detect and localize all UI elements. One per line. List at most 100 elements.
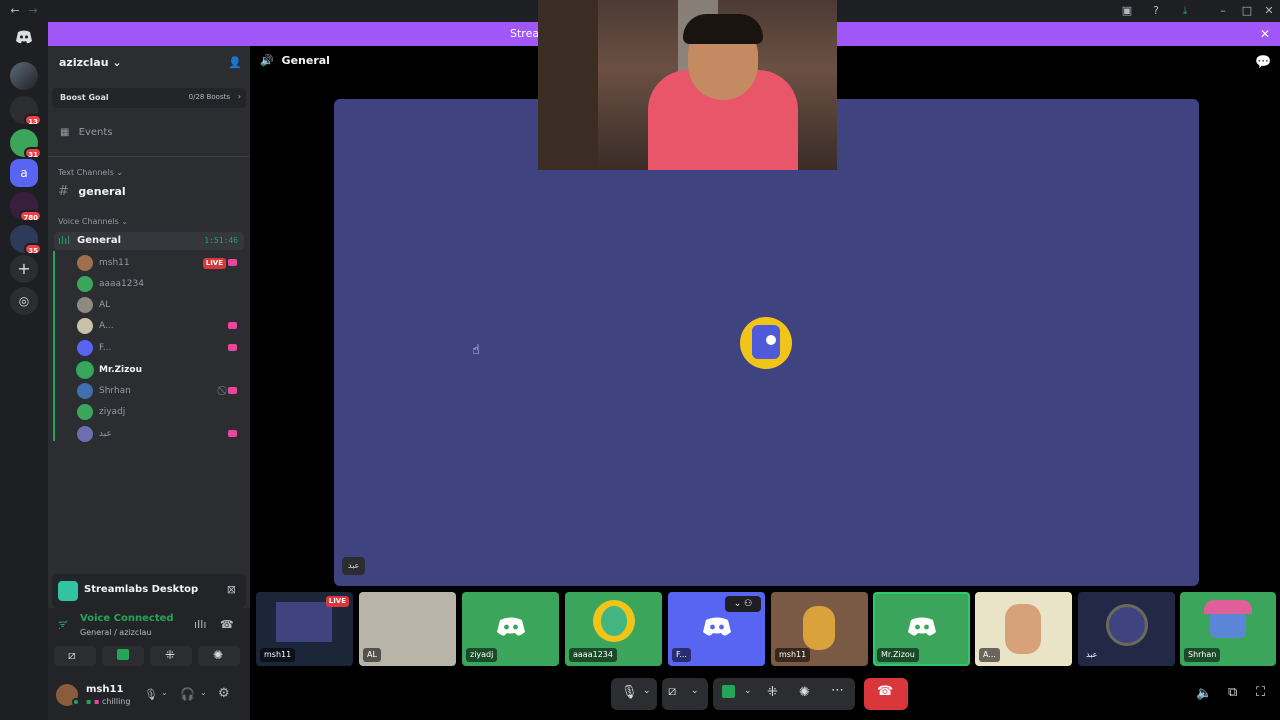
close-window-icon[interactable]: ✕ — [1262, 4, 1276, 18]
events-item[interactable]: ▦ Events — [60, 127, 113, 138]
fullscreen-icon[interactable]: ⛶ — [1256, 685, 1265, 700]
voice-connected-sub[interactable]: General / azizclau — [80, 628, 151, 637]
streamlabs-icon — [58, 581, 78, 601]
discord-home-icon[interactable] — [10, 26, 38, 48]
camera-control[interactable]: ⧄ ⌄ — [662, 678, 708, 710]
server-icon[interactable]: 35 — [10, 225, 42, 255]
participant-tile[interactable]: Shrhan — [1180, 592, 1276, 666]
participant-tile[interactable]: AL — [359, 592, 456, 666]
download-icon[interactable]: ⤓ — [1178, 4, 1192, 18]
avatar — [77, 318, 93, 334]
streaming-icon — [228, 322, 237, 329]
screen-icon[interactable]: ▣ — [1120, 4, 1134, 18]
share-activity-group: ⌄ ⁜ ✺ ⋯ — [713, 678, 855, 710]
voice-member[interactable]: Shrhan ⃠ — [77, 382, 240, 400]
chevron-down-icon[interactable]: ⌄ — [200, 688, 207, 697]
participant-tile[interactable]: Mr.Zizou — [873, 592, 970, 666]
headphones-icon[interactable]: 🎧 — [180, 687, 195, 701]
explore-icon[interactable]: ◎ — [10, 287, 38, 315]
discord-logo-icon — [703, 617, 731, 636]
focused-stream-stage[interactable]: عبد — [334, 99, 1199, 586]
voice-member[interactable]: F... — [77, 339, 240, 357]
chevron-down-icon: ⌄ — [691, 686, 699, 696]
streaming-icon — [228, 344, 237, 351]
leave-call-button[interactable]: ☎ — [864, 678, 908, 710]
server-icon-a[interactable]: a — [10, 159, 38, 187]
voice-member[interactable]: Mr.Zizou — [77, 361, 240, 379]
voice-channel-general[interactable]: ılıl General 1:51:46 — [54, 232, 244, 250]
server-icon[interactable] — [10, 62, 38, 90]
popout-icon[interactable]: ⧉ — [1228, 685, 1237, 700]
voice-member[interactable]: AL — [77, 296, 240, 314]
username[interactable]: msh11 — [86, 684, 123, 695]
voice-member[interactable]: ziyadj — [77, 403, 240, 421]
screen-share-icon[interactable] — [722, 685, 735, 698]
tile-label: عبد — [1086, 650, 1098, 659]
participant-tile[interactable]: عبد — [1078, 592, 1175, 666]
volume-icon[interactable]: 🔈 — [1196, 686, 1212, 701]
invite-icon[interactable]: 👤 — [228, 56, 242, 69]
more-options-icon[interactable]: ⋯ — [831, 683, 844, 698]
activity-close-icon[interactable]: ⊠ — [227, 583, 236, 596]
guild-name[interactable]: azizclau ⌄ — [59, 56, 122, 69]
server-icon[interactable]: 13 — [10, 96, 42, 126]
help-icon[interactable]: ? — [1149, 4, 1163, 18]
minimize-icon[interactable]: – — [1216, 4, 1230, 18]
voice-member[interactable]: عبد — [77, 425, 240, 443]
soundboard-button[interactable]: ✺ — [198, 646, 240, 666]
camera-off-icon: ⧄ — [68, 648, 76, 662]
webcam-overlay[interactable] — [538, 0, 837, 170]
tile-menu[interactable]: ⌄ ⚇ — [725, 596, 761, 612]
tile-label: Shrhan — [1184, 648, 1221, 662]
server-rail: 13 31 a 780 35 + ◎ — [0, 22, 48, 720]
boost-goal[interactable]: Boost Goal 0/28 Boosts › — [52, 88, 246, 108]
participant-tile[interactable]: ziyadj — [462, 592, 559, 666]
server-badge: 780 — [19, 210, 42, 222]
voice-connected-title[interactable]: Voice Connected — [80, 613, 174, 624]
participant-tile[interactable]: A... — [975, 592, 1072, 666]
noise-suppression-icon[interactable]: ıIlı — [194, 618, 206, 631]
voice-channels-header[interactable]: Voice Channels ⌄ — [58, 217, 128, 226]
server-icon[interactable]: 780 — [10, 192, 42, 222]
activities-icon: ⁜ — [165, 648, 176, 662]
activities-button[interactable]: ⁜ — [150, 646, 192, 666]
discord-logo-icon — [908, 617, 936, 636]
chevron-down-icon[interactable]: ⌄ — [744, 686, 752, 696]
voice-activity-icon: ılıl — [58, 234, 71, 247]
back-arrow-icon[interactable]: ← — [8, 4, 22, 18]
activities-icon[interactable]: ⁜ — [767, 685, 778, 700]
participant-tile[interactable]: LIVE msh11 — [256, 592, 353, 666]
user-status: ▪ ▪ chilling — [86, 697, 131, 706]
voice-member[interactable]: msh11 LIVE — [77, 254, 240, 272]
participant-tile[interactable]: aaaa1234 — [565, 592, 662, 666]
mic-control[interactable]: 🎙 ⌄ — [611, 678, 657, 710]
server-icon[interactable]: 31 — [10, 129, 42, 159]
participant-tile[interactable]: msh11 — [771, 592, 868, 666]
screen-share-button[interactable] — [102, 646, 144, 666]
forward-arrow-icon[interactable]: → — [26, 4, 40, 18]
banner-close-icon[interactable]: ✕ — [1260, 22, 1270, 46]
tile-label: A... — [979, 648, 1000, 662]
voice-member[interactable]: aaaa1234 — [77, 275, 240, 293]
avatar — [77, 426, 93, 442]
settings-gear-icon[interactable]: ⚙ — [218, 686, 230, 701]
add-server-icon[interactable]: + — [10, 255, 38, 283]
text-channels-header[interactable]: Text Channels ⌄ — [58, 168, 123, 177]
pink-icon: ▪ — [93, 697, 100, 706]
camera-button[interactable]: ⧄ — [54, 646, 96, 666]
hash-icon: # — [58, 184, 69, 199]
microphone-icon[interactable]: 🎙 — [144, 688, 158, 701]
participant-tile[interactable]: ⌄ ⚇ F... — [668, 592, 765, 666]
maximize-icon[interactable]: □ — [1240, 4, 1254, 18]
call-timer: 1:51:46 — [204, 236, 238, 245]
server-badge: 31 — [24, 147, 42, 159]
disconnect-icon[interactable]: ☎ — [220, 618, 234, 631]
soundboard-icon[interactable]: ✺ — [799, 685, 810, 700]
avatar — [77, 276, 93, 292]
chevron-down-icon[interactable]: ⌄ — [161, 688, 168, 697]
channel-general[interactable]: # general — [58, 184, 126, 199]
discord-logo-icon — [497, 617, 525, 636]
activity-panel[interactable]: Streamlabs Desktop ⊠ — [52, 574, 246, 608]
chat-icon[interactable]: 💬 — [1255, 55, 1271, 70]
voice-member[interactable]: A... — [77, 317, 240, 335]
